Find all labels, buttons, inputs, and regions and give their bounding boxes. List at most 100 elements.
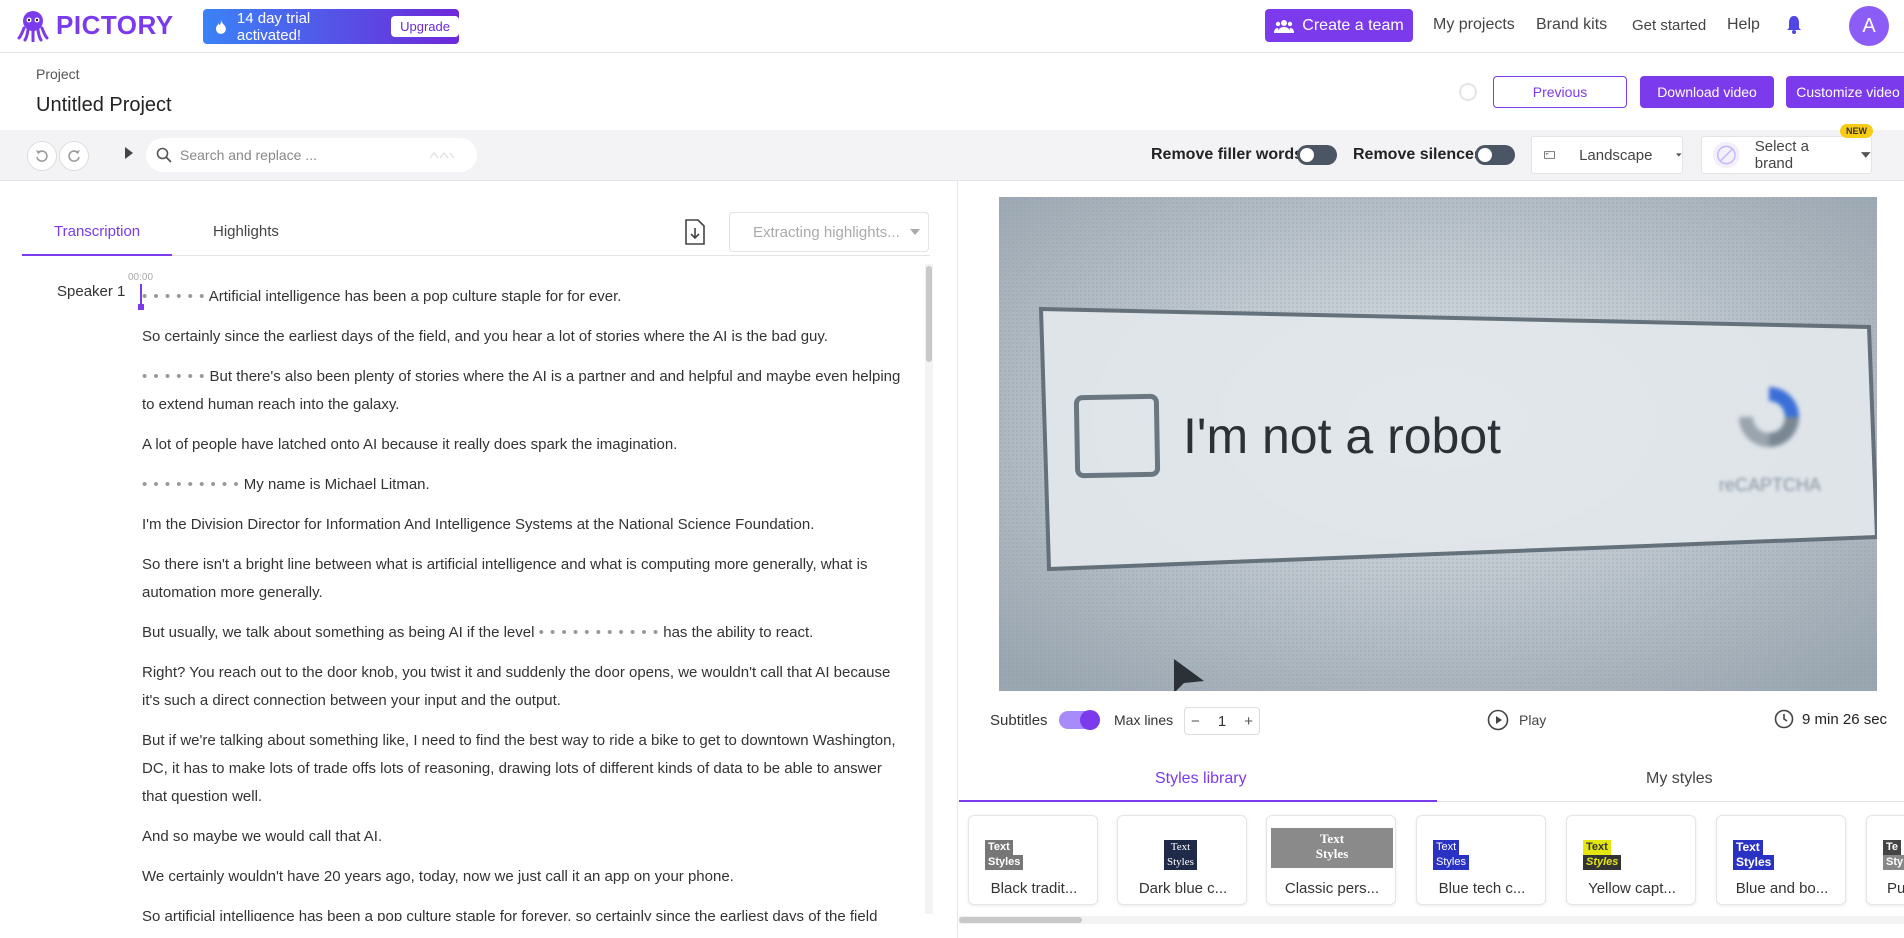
nav-brand-kits[interactable]: Brand kits — [1536, 16, 1607, 34]
paragraph-text: But usually, we talk about something as … — [142, 624, 539, 641]
nav-my-projects[interactable]: My projects — [1433, 16, 1515, 34]
paragraph-text: We certainly wouldn't have 20 years ago,… — [142, 868, 734, 885]
play-button[interactable]: Play — [1487, 709, 1546, 731]
transcript-paragraph[interactable]: But if we're talking about something lik… — [142, 727, 902, 811]
transcript-paragraph[interactable]: A lot of people have latched onto AI bec… — [142, 431, 902, 459]
styles-scrollbar[interactable] — [959, 916, 1904, 924]
download-video-button[interactable]: Download video — [1640, 76, 1774, 108]
extracting-highlights-select[interactable]: Extracting highlights... — [729, 212, 929, 252]
paragraph-text: So there isn't a bright line between wha… — [142, 556, 868, 601]
transcript-paragraph[interactable]: So artificial intelligence has been a po… — [142, 903, 902, 921]
transcript-paragraph[interactable]: And so maybe we would call that AI. — [142, 823, 902, 851]
nav-help[interactable]: Help — [1727, 16, 1760, 34]
export-transcript-icon[interactable] — [684, 219, 706, 245]
project-title[interactable]: Untitled Project — [36, 94, 172, 117]
style-card[interactable]: Text Styles Blue tech c... — [1416, 815, 1546, 905]
style-name: Yellow capt... — [1588, 880, 1676, 897]
chevron-down-icon — [1676, 153, 1682, 157]
tab-transcription[interactable]: Transcription — [54, 223, 140, 240]
toggle-knob — [1300, 148, 1314, 162]
octopus-logo-icon — [17, 11, 49, 42]
orientation-select[interactable]: Landscape — [1531, 136, 1683, 174]
transcript-body[interactable]: • • • • • • Artificial intelligence has … — [142, 283, 902, 933]
style-thumbnail: Text Styles — [1733, 840, 1775, 870]
clock-icon — [1774, 709, 1794, 729]
transcript-paragraph[interactable]: • • • • • • • • • My name is Michael Lit… — [142, 471, 902, 499]
video-preview[interactable]: I'm not a robot reCAPTCHA — [999, 197, 1877, 691]
transcript-scroll-thumb[interactable] — [926, 266, 932, 362]
search-replace-bar — [146, 138, 477, 172]
paragraph-text: But there's also been plenty of stories … — [142, 368, 901, 413]
upgrade-button[interactable]: Upgrade — [391, 16, 459, 37]
paragraph-text: So artificial intelligence has been a po… — [142, 908, 878, 921]
tab-my-styles[interactable]: My styles — [1646, 770, 1713, 788]
plus-icon[interactable]: + — [1244, 713, 1253, 730]
speaker-label[interactable]: Speaker 1 — [57, 283, 125, 300]
style-card[interactable]: Text Styles Blue and bo... — [1716, 815, 1846, 905]
transcript-paragraph[interactable]: So there isn't a bright line between wha… — [142, 551, 902, 607]
remove-silences-label: Remove silences — [1353, 146, 1483, 163]
remove-filler-label: Remove filler words — [1151, 146, 1304, 163]
transcript-paragraph[interactable]: We certainly wouldn't have 20 years ago,… — [142, 863, 902, 891]
recaptcha-logo-icon — [1739, 387, 1799, 447]
silence-dots[interactable]: • • • • • • — [142, 368, 205, 385]
subtitles-toggle[interactable] — [1059, 710, 1100, 730]
style-name: Pu — [1887, 880, 1904, 897]
tab-highlights[interactable]: Highlights — [213, 223, 279, 240]
transcript-paragraph[interactable]: But usually, we talk about something as … — [142, 619, 902, 647]
transcript-paragraph[interactable]: So certainly since the earliest days of … — [142, 323, 902, 351]
brand-name: PICTORY — [56, 9, 174, 40]
silence-dots[interactable]: • • • • • • — [142, 288, 205, 305]
avatar[interactable]: A — [1849, 6, 1889, 46]
style-thumbnail: Text Styles — [985, 840, 1024, 870]
style-name: Blue and bo... — [1735, 880, 1829, 897]
search-replace-input[interactable] — [180, 147, 420, 163]
style-thumbnail: Text Styles — [1583, 840, 1622, 870]
transcript-paragraph[interactable]: • • • • • • But there's also been plenty… — [142, 363, 902, 419]
transcript-paragraph[interactable]: I'm the Division Director for Informatio… — [142, 511, 902, 539]
nav-get-started[interactable]: Get started — [1632, 17, 1706, 34]
pictory-logo[interactable]: PICTORY — [16, 8, 174, 42]
create-team-label: Create a team — [1302, 16, 1404, 34]
previous-button[interactable]: Previous — [1493, 76, 1627, 108]
silence-dots[interactable]: • • • • • • • • • — [142, 476, 240, 493]
brand-select[interactable]: Select a brand — [1701, 136, 1872, 174]
create-team-button[interactable]: Create a team — [1265, 9, 1413, 42]
styles-scroll-thumb[interactable] — [959, 917, 1082, 923]
undo-button[interactable] — [27, 141, 57, 171]
style-card[interactable]: Text Styles Yellow capt... — [1566, 815, 1696, 905]
play-triangle-icon[interactable] — [124, 147, 134, 159]
minus-icon[interactable]: − — [1191, 713, 1200, 730]
transcript-paragraph[interactable]: Right? You reach out to the door knob, y… — [142, 659, 902, 715]
chevrons-icon[interactable] — [428, 150, 456, 160]
toggle-knob — [1080, 710, 1100, 730]
landscape-icon — [1544, 151, 1555, 159]
remove-filler-toggle[interactable] — [1297, 145, 1337, 165]
style-card[interactable]: Te Sty Pu — [1866, 815, 1904, 905]
style-thumbnail: Text Styles — [1271, 828, 1393, 868]
max-lines-stepper[interactable]: − 1 + — [1184, 707, 1260, 735]
paragraph-text: I'm the Division Director for Informatio… — [142, 516, 815, 533]
paragraph-text: My name is Michael Litman. — [239, 476, 430, 493]
chevron-down-icon — [1861, 152, 1871, 158]
style-card[interactable]: Text Styles Black tradit... — [968, 815, 1098, 905]
duration-text: 9 min 26 sec — [1802, 710, 1888, 728]
tab-styles-library[interactable]: Styles library — [1155, 770, 1247, 788]
bell-icon[interactable] — [1786, 16, 1802, 34]
no-brand-icon — [1712, 141, 1740, 169]
toggle-knob — [1478, 148, 1492, 162]
transcript-paragraph[interactable]: • • • • • • Artificial intelligence has … — [142, 283, 902, 311]
play-circle-icon — [1487, 709, 1509, 731]
customize-video-button[interactable]: Customize video — [1786, 76, 1904, 108]
video-caption-text: I'm not a robot — [1183, 408, 1502, 464]
styles-active-indicator — [959, 800, 1437, 802]
silence-dots[interactable]: • • • • • • • • • • • — [539, 624, 659, 641]
chevron-down-icon — [909, 229, 920, 235]
redo-button[interactable] — [59, 141, 89, 171]
paragraph-text: So certainly since the earliest days of … — [142, 328, 828, 345]
style-card[interactable]: Text Styles Dark blue c... — [1117, 815, 1247, 905]
paragraph-text: Artificial intelligence has been a pop c… — [205, 288, 622, 305]
paragraph-text: But if we're talking about something lik… — [142, 732, 896, 805]
style-card[interactable]: Text Styles Classic pers... — [1266, 815, 1396, 905]
remove-silences-toggle[interactable] — [1475, 145, 1515, 165]
